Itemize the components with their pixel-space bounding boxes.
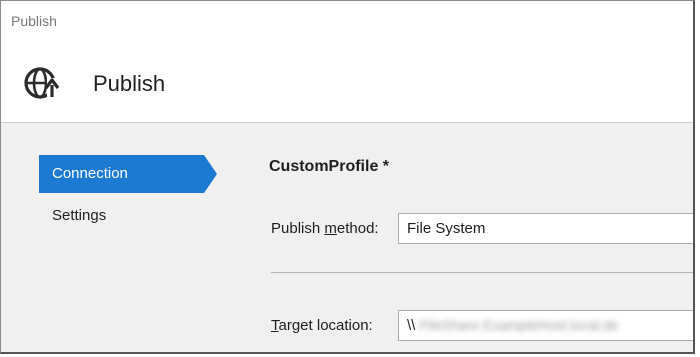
globe-publish-icon (24, 67, 65, 102)
dialog-header: Publish (1, 45, 693, 123)
publish-dialog: Publish Publish Connection Settings Cust… (0, 0, 695, 354)
header-title: Publish (93, 71, 166, 96)
target-location-redacted: FileShare.ExampleHost.local.de (419, 317, 619, 333)
nav-item-label: Connection (52, 165, 128, 182)
publish-method-value: File System (407, 220, 486, 237)
window-title: Publish (11, 13, 57, 29)
target-location-input[interactable]: \\ FileShare.ExampleHost.local.de (398, 310, 693, 341)
nav-item-label: Settings (52, 207, 107, 224)
nav-item-connection[interactable]: Connection (39, 155, 217, 193)
profile-name: CustomProfile * (269, 158, 390, 175)
nav-item-settings[interactable]: Settings (39, 197, 204, 235)
divider (271, 272, 693, 273)
content-area: Connection Settings CustomProfile * Publ… (1, 123, 693, 352)
target-location-prefix: \\ (407, 317, 416, 334)
target-location-label: Target location: (271, 317, 373, 334)
publish-method-select[interactable]: File System (398, 213, 693, 244)
title-bar[interactable]: Publish (1, 1, 693, 46)
publish-method-label: Publish method: (271, 220, 379, 237)
